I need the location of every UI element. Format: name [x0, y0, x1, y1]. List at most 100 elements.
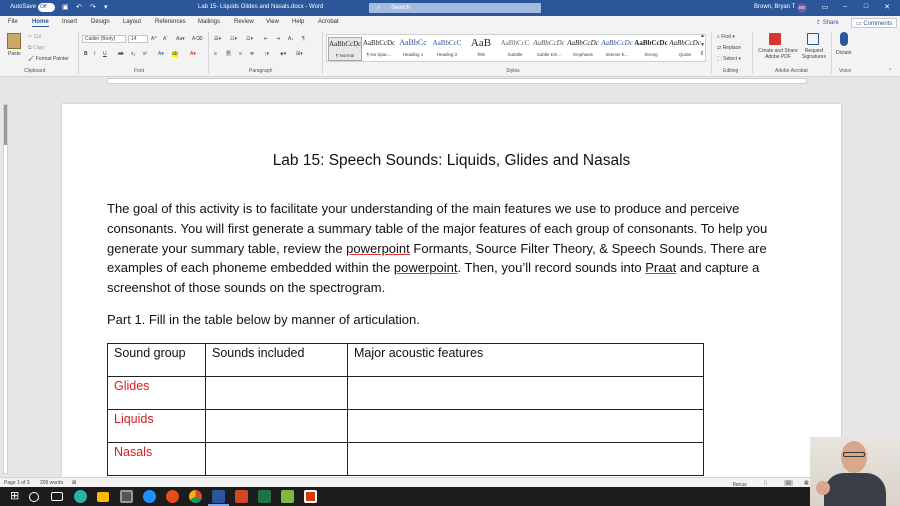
table-header-cell[interactable]: Sounds included [205, 343, 348, 377]
tab-design[interactable]: Design [91, 19, 110, 25]
page-count[interactable]: Page 1 of 3 [4, 480, 30, 486]
minimize-icon[interactable]: – [838, 3, 852, 10]
web-layout-icon[interactable]: ▦ [804, 480, 809, 486]
sort-icon[interactable]: A↓ [288, 36, 294, 42]
style-title[interactable]: AaB Title [464, 37, 498, 61]
tab-help[interactable]: Help [292, 19, 304, 25]
tab-view[interactable]: View [266, 19, 279, 25]
table-cell-sound-group[interactable]: Glides [107, 376, 206, 410]
autosave-toggle[interactable]: Off [38, 3, 55, 12]
qat-customize-icon[interactable]: ▾ [104, 3, 108, 11]
table-cell-sound-group[interactable]: Nasals [107, 442, 206, 476]
align-center-icon[interactable]: ≡ [226, 50, 231, 56]
shrink-font-icon[interactable]: Aˇ [163, 36, 168, 42]
style-strong[interactable]: AaBbCcDc Strong [634, 37, 668, 61]
create-share-pdf-button[interactable]: Create and Share Adobe PDF [755, 48, 801, 60]
table-cell[interactable] [347, 442, 704, 476]
tab-acrobat[interactable]: Acrobat [318, 19, 339, 25]
bold-icon[interactable]: B [84, 51, 88, 57]
comments-button[interactable]: ▭ Comments [851, 18, 898, 28]
style-emphasis[interactable]: AaBbCcDc Emphasis [566, 37, 600, 61]
proofing-icon[interactable]: ⊠ [72, 480, 76, 486]
line-spacing-icon[interactable]: ↕▾ [264, 51, 269, 57]
tab-review[interactable]: Review [234, 19, 254, 25]
style-no-spacing[interactable]: AaBbCcDc ¶ No Spac... [362, 37, 396, 61]
create-pdf-icon[interactable] [769, 33, 781, 45]
font-size-dropdown[interactable]: 14 [128, 35, 148, 43]
share-button[interactable]: ⇪ Share [812, 18, 843, 28]
multilevel-list-icon[interactable]: ☲▾ [246, 36, 253, 42]
numbering-icon[interactable]: ☷▾ [230, 36, 237, 42]
maximize-icon[interactable]: □ [859, 3, 873, 10]
styles-scroll-up-icon[interactable]: ▲ [700, 33, 705, 39]
dictate-button[interactable]: Dictate [836, 50, 852, 56]
tab-file[interactable]: File [8, 19, 18, 25]
style-subtitle[interactable]: AaBbCcC Subtitle [498, 37, 532, 61]
close-icon[interactable]: ✕ [880, 3, 894, 11]
font-color-icon[interactable]: A▾ [190, 51, 196, 57]
file-explorer-icon[interactable] [97, 492, 109, 502]
paste-icon[interactable] [7, 33, 21, 49]
request-signatures-button[interactable]: Request Signatures [799, 48, 829, 60]
word-icon[interactable] [212, 490, 225, 503]
tab-mailings[interactable]: Mailings [198, 19, 220, 25]
select-button[interactable]: ⬚ Select ▾ [717, 56, 741, 62]
user-name[interactable]: Brown, Bryan T [754, 4, 795, 10]
word-count[interactable]: 209 words [40, 480, 63, 486]
highlight-icon[interactable]: ab [172, 51, 178, 57]
redo-icon[interactable]: ↷ [90, 3, 96, 11]
powerpoint-icon[interactable] [235, 490, 248, 503]
tab-insert[interactable]: Insert [62, 19, 77, 25]
spellcheck-flagged-word[interactable]: powerpoint [346, 241, 410, 256]
shading-icon[interactable]: ◈▾ [280, 51, 286, 57]
format-painter-button[interactable]: 🖌 Format Painter [28, 56, 69, 62]
align-right-icon[interactable]: ≡ [239, 51, 242, 57]
tab-home[interactable]: Home [32, 19, 49, 27]
paste-button[interactable]: Paste [8, 51, 21, 57]
table-cell-sound-group[interactable]: Liquids [107, 409, 206, 443]
bullets-icon[interactable]: ☰▾ [214, 36, 221, 42]
strikethrough-icon[interactable]: ab [118, 51, 124, 57]
edge-chromium-icon[interactable] [74, 490, 87, 503]
vertical-ruler[interactable] [3, 104, 8, 474]
style-quote[interactable]: AaBbCcDc Quote [668, 37, 702, 61]
firefox-icon[interactable] [166, 490, 179, 503]
table-cell[interactable] [347, 376, 704, 410]
table-cell[interactable] [205, 409, 348, 443]
avatar[interactable]: BB [797, 3, 807, 13]
subscript-icon[interactable]: x₂ [131, 51, 135, 57]
style-heading-2[interactable]: AaBbCcC Heading 2 [430, 37, 464, 61]
table-cell[interactable] [205, 376, 348, 410]
show-marks-icon[interactable]: ¶ [302, 36, 305, 42]
clear-formatting-icon[interactable]: A⌫ [192, 36, 202, 42]
save-icon[interactable]: ▣ [62, 3, 69, 11]
increase-indent-icon[interactable]: ⇥ [276, 36, 280, 42]
tab-layout[interactable]: Layout [123, 19, 141, 25]
edge-icon[interactable] [143, 490, 156, 503]
styles-scroll-down-icon[interactable]: ▼ [700, 42, 705, 48]
cut-button[interactable]: ✂ Cut [28, 34, 41, 40]
task-view-icon[interactable] [51, 492, 63, 501]
font-name-dropdown[interactable]: Calibri (Body) [82, 35, 126, 43]
grow-font-icon[interactable]: A^ [151, 36, 157, 42]
replace-button[interactable]: ⇄ Replace [717, 45, 741, 51]
recorder-icon[interactable] [304, 490, 317, 503]
ribbon-display-icon[interactable]: ▭ [818, 3, 832, 11]
copy-button[interactable]: ⧉ Copy [28, 45, 45, 51]
text-effects-icon[interactable]: A▾ [158, 51, 164, 57]
horizontal-ruler[interactable] [0, 77, 900, 86]
find-button[interactable]: ⌕ Find ▾ [717, 34, 735, 40]
table-header-cell[interactable]: Sound group [107, 343, 206, 377]
tab-references[interactable]: References [155, 19, 186, 25]
style-normal[interactable]: AaBbCcDc ¶ Normal [328, 37, 362, 61]
windows-start-icon[interactable]: ⊞ [10, 490, 23, 503]
justify-icon[interactable]: ≣ [250, 51, 254, 57]
read-mode-icon[interactable]: ▯ [764, 480, 767, 486]
table-cell[interactable] [205, 442, 348, 476]
collapse-ribbon-icon[interactable]: ⌃ [888, 68, 892, 74]
style-subtle-emphasis[interactable]: AaBbCcDc Subtle Em... [532, 37, 566, 61]
spellcheck-flagged-word[interactable]: powerpoint [394, 260, 458, 275]
borders-icon[interactable]: ⊞▾ [296, 51, 303, 57]
styles-more-icon[interactable]: ⊽ [700, 51, 704, 57]
document-area[interactable]: Lab 15: Speech Sounds: Liquids, Glides a… [0, 86, 900, 477]
